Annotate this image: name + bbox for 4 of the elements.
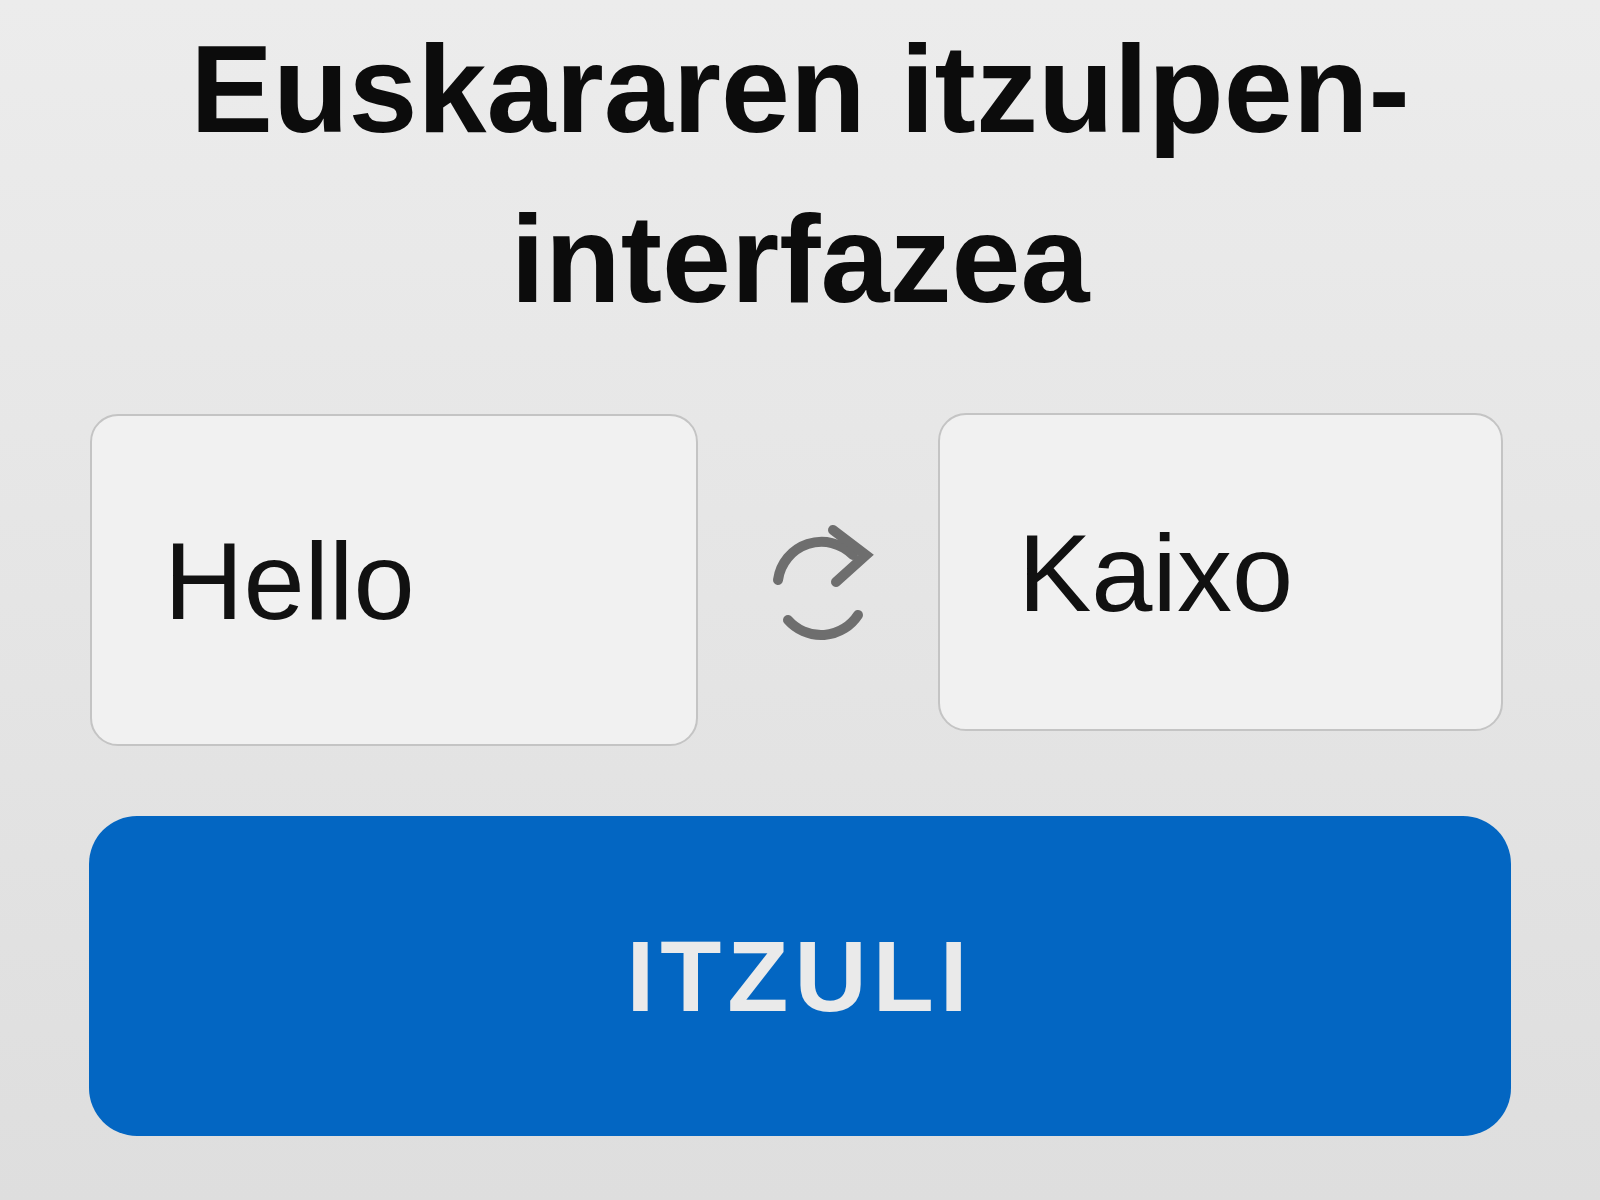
source-text-field[interactable]: Hello (90, 414, 698, 746)
translate-button[interactable]: ITZULI (89, 816, 1511, 1136)
page-title: Euskararen itzulpen-interfazea (189, 19, 1411, 330)
translation-field[interactable]: Kaixo (938, 413, 1503, 731)
